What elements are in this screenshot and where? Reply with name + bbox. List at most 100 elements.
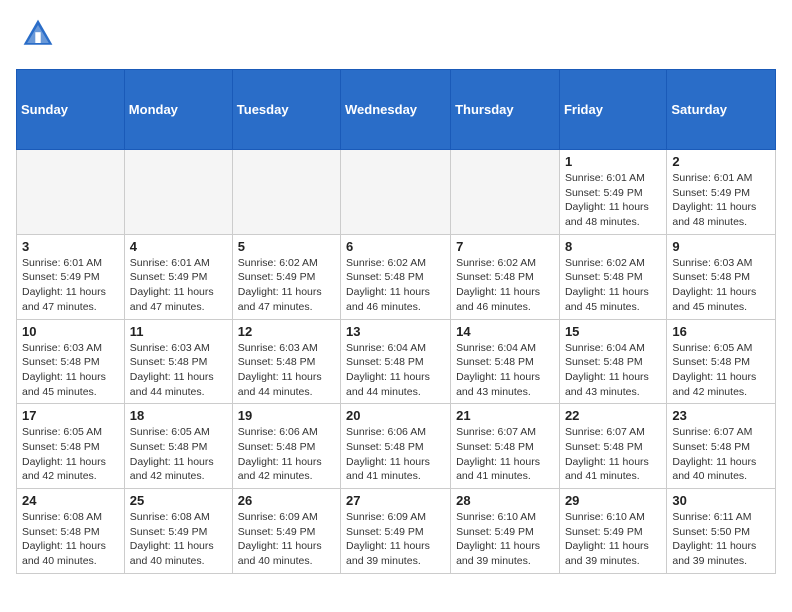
logo-icon <box>20 16 56 52</box>
day-info: Sunrise: 6:01 AM Sunset: 5:49 PM Dayligh… <box>22 256 119 315</box>
calendar-day-header: Thursday <box>451 70 560 150</box>
calendar-day-header: Wednesday <box>341 70 451 150</box>
calendar-day-header: Friday <box>559 70 666 150</box>
calendar-cell <box>124 150 232 235</box>
day-number: 15 <box>565 324 661 339</box>
day-number: 18 <box>130 408 227 423</box>
day-info: Sunrise: 6:03 AM Sunset: 5:48 PM Dayligh… <box>22 341 119 400</box>
calendar-cell: 9 Sunrise: 6:03 AM Sunset: 5:48 PM Daylig… <box>667 234 776 319</box>
day-info: Sunrise: 6:01 AM Sunset: 5:49 PM Dayligh… <box>565 171 661 230</box>
day-info: Sunrise: 6:04 AM Sunset: 5:48 PM Dayligh… <box>346 341 445 400</box>
day-number: 13 <box>346 324 445 339</box>
calendar-cell: 6 Sunrise: 6:02 AM Sunset: 5:48 PM Daylig… <box>341 234 451 319</box>
calendar-cell: 1Sunrise: 6:01 AM Sunset: 5:49 PM Daylig… <box>559 150 666 235</box>
day-number: 2 <box>672 154 770 169</box>
calendar-week-row: 1Sunrise: 6:01 AM Sunset: 5:49 PM Daylig… <box>17 150 776 235</box>
day-info: Sunrise: 6:06 AM Sunset: 5:48 PM Dayligh… <box>346 425 445 484</box>
day-number: 9 <box>672 239 770 254</box>
logo <box>16 16 56 57</box>
day-number: 23 <box>672 408 770 423</box>
day-number: 28 <box>456 493 554 508</box>
calendar-cell <box>17 150 125 235</box>
day-number: 6 <box>346 239 445 254</box>
day-number: 19 <box>238 408 335 423</box>
day-info: Sunrise: 6:01 AM Sunset: 5:49 PM Dayligh… <box>672 171 770 230</box>
calendar-cell <box>232 150 340 235</box>
day-info: Sunrise: 6:03 AM Sunset: 5:48 PM Dayligh… <box>238 341 335 400</box>
day-number: 24 <box>22 493 119 508</box>
calendar-cell: 14 Sunrise: 6:04 AM Sunset: 5:48 PM Dayli… <box>451 319 560 404</box>
day-info: Sunrise: 6:04 AM Sunset: 5:48 PM Dayligh… <box>456 341 554 400</box>
day-info: Sunrise: 6:09 AM Sunset: 5:49 PM Dayligh… <box>238 510 335 569</box>
day-info: Sunrise: 6:01 AM Sunset: 5:49 PM Dayligh… <box>130 256 227 315</box>
calendar-cell: 19Sunrise: 6:06 AM Sunset: 5:48 PM Dayli… <box>232 404 340 489</box>
calendar-day-header: Sunday <box>17 70 125 150</box>
day-number: 3 <box>22 239 119 254</box>
day-number: 12 <box>238 324 335 339</box>
day-number: 10 <box>22 324 119 339</box>
day-number: 22 <box>565 408 661 423</box>
calendar-cell: 23Sunrise: 6:07 AM Sunset: 5:48 PM Dayli… <box>667 404 776 489</box>
calendar-cell: 2 Sunrise: 6:01 AM Sunset: 5:49 PM Daylig… <box>667 150 776 235</box>
calendar-cell: 24Sunrise: 6:08 AM Sunset: 5:48 PM Dayli… <box>17 489 125 574</box>
calendar-cell <box>451 150 560 235</box>
calendar-week-row: 3 Sunrise: 6:01 AM Sunset: 5:49 PM Daylig… <box>17 234 776 319</box>
calendar-cell: 5 Sunrise: 6:02 AM Sunset: 5:49 PM Daylig… <box>232 234 340 319</box>
day-info: Sunrise: 6:05 AM Sunset: 5:48 PM Dayligh… <box>22 425 119 484</box>
calendar-cell: 13 Sunrise: 6:04 AM Sunset: 5:48 PM Dayli… <box>341 319 451 404</box>
calendar-header-row: SundayMondayTuesdayWednesdayThursdayFrid… <box>17 70 776 150</box>
calendar-cell: 10 Sunrise: 6:03 AM Sunset: 5:48 PM Dayli… <box>17 319 125 404</box>
calendar-cell: 16 Sunrise: 6:05 AM Sunset: 5:48 PM Dayli… <box>667 319 776 404</box>
day-info: Sunrise: 6:07 AM Sunset: 5:48 PM Dayligh… <box>565 425 661 484</box>
calendar-cell: 17 Sunrise: 6:05 AM Sunset: 5:48 PM Dayli… <box>17 404 125 489</box>
day-info: Sunrise: 6:03 AM Sunset: 5:48 PM Dayligh… <box>130 341 227 400</box>
calendar-cell: 25Sunrise: 6:08 AM Sunset: 5:49 PM Dayli… <box>124 489 232 574</box>
calendar-cell: 20Sunrise: 6:06 AM Sunset: 5:48 PM Dayli… <box>341 404 451 489</box>
calendar-cell: 27 Sunrise: 6:09 AM Sunset: 5:49 PM Dayli… <box>341 489 451 574</box>
calendar-cell: 3 Sunrise: 6:01 AM Sunset: 5:49 PM Daylig… <box>17 234 125 319</box>
day-info: Sunrise: 6:05 AM Sunset: 5:48 PM Dayligh… <box>672 341 770 400</box>
day-number: 17 <box>22 408 119 423</box>
day-number: 16 <box>672 324 770 339</box>
day-number: 7 <box>456 239 554 254</box>
day-info: Sunrise: 6:02 AM Sunset: 5:48 PM Dayligh… <box>346 256 445 315</box>
day-number: 5 <box>238 239 335 254</box>
calendar-cell: 29Sunrise: 6:10 AM Sunset: 5:49 PM Dayli… <box>559 489 666 574</box>
day-number: 8 <box>565 239 661 254</box>
calendar-week-row: 10 Sunrise: 6:03 AM Sunset: 5:48 PM Dayli… <box>17 319 776 404</box>
calendar-cell: 15 Sunrise: 6:04 AM Sunset: 5:48 PM Dayli… <box>559 319 666 404</box>
day-info: Sunrise: 6:09 AM Sunset: 5:49 PM Dayligh… <box>346 510 445 569</box>
calendar-cell <box>341 150 451 235</box>
day-info: Sunrise: 6:11 AM Sunset: 5:50 PM Dayligh… <box>672 510 770 569</box>
day-info: Sunrise: 6:10 AM Sunset: 5:49 PM Dayligh… <box>456 510 554 569</box>
calendar-cell: 28 Sunrise: 6:10 AM Sunset: 5:49 PM Dayli… <box>451 489 560 574</box>
calendar-cell: 7 Sunrise: 6:02 AM Sunset: 5:48 PM Daylig… <box>451 234 560 319</box>
calendar-body: 1Sunrise: 6:01 AM Sunset: 5:49 PM Daylig… <box>17 150 776 574</box>
calendar-cell: 21Sunrise: 6:07 AM Sunset: 5:48 PM Dayli… <box>451 404 560 489</box>
calendar-cell: 18 Sunrise: 6:05 AM Sunset: 5:48 PM Dayli… <box>124 404 232 489</box>
day-info: Sunrise: 6:02 AM Sunset: 5:49 PM Dayligh… <box>238 256 335 315</box>
day-info: Sunrise: 6:04 AM Sunset: 5:48 PM Dayligh… <box>565 341 661 400</box>
day-info: Sunrise: 6:02 AM Sunset: 5:48 PM Dayligh… <box>565 256 661 315</box>
calendar: SundayMondayTuesdayWednesdayThursdayFrid… <box>16 69 776 574</box>
day-info: Sunrise: 6:03 AM Sunset: 5:48 PM Dayligh… <box>672 256 770 315</box>
day-number: 26 <box>238 493 335 508</box>
calendar-cell: 11 Sunrise: 6:03 AM Sunset: 5:48 PM Dayli… <box>124 319 232 404</box>
calendar-cell: 26 Sunrise: 6:09 AM Sunset: 5:49 PM Dayli… <box>232 489 340 574</box>
day-number: 11 <box>130 324 227 339</box>
day-info: Sunrise: 6:05 AM Sunset: 5:48 PM Dayligh… <box>130 425 227 484</box>
day-number: 30 <box>672 493 770 508</box>
calendar-cell: 30 Sunrise: 6:11 AM Sunset: 5:50 PM Dayli… <box>667 489 776 574</box>
day-number: 4 <box>130 239 227 254</box>
day-info: Sunrise: 6:02 AM Sunset: 5:48 PM Dayligh… <box>456 256 554 315</box>
calendar-day-header: Saturday <box>667 70 776 150</box>
calendar-day-header: Monday <box>124 70 232 150</box>
calendar-cell: 22 Sunrise: 6:07 AM Sunset: 5:48 PM Dayli… <box>559 404 666 489</box>
day-number: 25 <box>130 493 227 508</box>
calendar-cell: 12 Sunrise: 6:03 AM Sunset: 5:48 PM Dayli… <box>232 319 340 404</box>
day-number: 14 <box>456 324 554 339</box>
day-number: 29 <box>565 493 661 508</box>
day-info: Sunrise: 6:07 AM Sunset: 5:48 PM Dayligh… <box>456 425 554 484</box>
calendar-week-row: 24Sunrise: 6:08 AM Sunset: 5:48 PM Dayli… <box>17 489 776 574</box>
day-number: 27 <box>346 493 445 508</box>
